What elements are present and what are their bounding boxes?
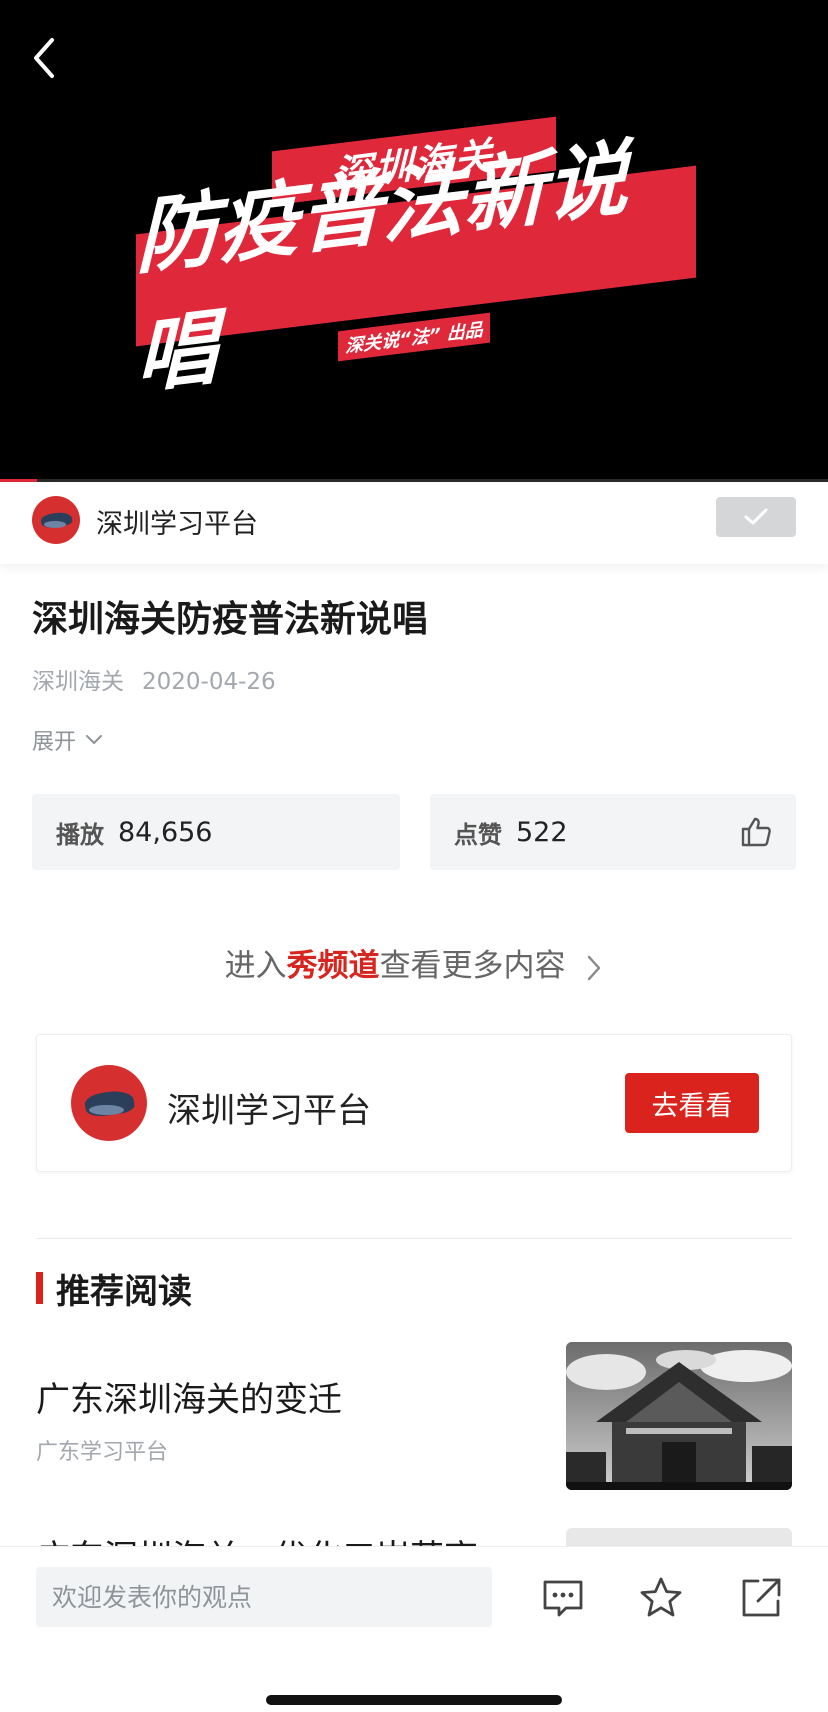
recommended-accent-bar xyxy=(36,1272,43,1304)
channel-card-avatar[interactable] xyxy=(71,1065,147,1141)
thumbs-up-icon xyxy=(741,817,771,847)
article-meta: 深圳海关 2020-04-26 xyxy=(32,662,276,696)
like-button[interactable] xyxy=(738,814,774,850)
expand-toggle[interactable]: 展开 xyxy=(32,724,104,756)
recommended-item-thumbnail xyxy=(566,1342,792,1490)
go-see-button[interactable]: 去看看 xyxy=(625,1073,759,1133)
play-count-box: 播放 84,656 xyxy=(32,794,400,870)
enter-channel-highlight: 秀频道 xyxy=(286,948,380,984)
share-icon xyxy=(742,1578,781,1617)
comment-input[interactable] xyxy=(36,1567,492,1627)
chevron-right-icon xyxy=(588,955,601,980)
like-count: 522 xyxy=(516,816,568,848)
play-count: 84,656 xyxy=(118,816,213,848)
like-count-box[interactable]: 点赞 522 xyxy=(430,794,796,870)
play-label: 播放 xyxy=(56,819,104,849)
channel-avatar[interactable] xyxy=(32,496,80,544)
recommended-heading: 推荐阅读 xyxy=(56,1272,192,1312)
share-button[interactable] xyxy=(738,1575,784,1621)
recommended-item-title: 广东深圳海关的变迁 xyxy=(36,1380,342,1420)
channel-card-name[interactable]: 深圳学习平台 xyxy=(167,1083,371,1132)
video-banner: 深圳海关 防疫普法新说唱 深关说“法” 出品 xyxy=(0,0,828,482)
expand-label: 展开 xyxy=(32,730,77,755)
bottom-comment-bar xyxy=(0,1546,828,1712)
recommended-item[interactable]: 广东深圳海关：优化口岸营商 xyxy=(36,1528,792,1548)
recommended-item-source: 广东学习平台 xyxy=(36,1440,169,1465)
home-indicator[interactable] xyxy=(266,1695,562,1705)
comment-icon xyxy=(543,1580,583,1617)
enter-channel-suffix: 查看更多内容 xyxy=(379,948,566,984)
check-icon xyxy=(744,508,768,525)
enter-channel-prefix: 进入 xyxy=(224,948,287,984)
comment-button[interactable] xyxy=(540,1575,586,1621)
channel-strip: 深圳学习平台 xyxy=(0,482,828,564)
channel-name[interactable]: 深圳学习平台 xyxy=(96,502,258,541)
article-date: 2020-04-26 xyxy=(142,669,276,695)
recommended-item-thumbnail xyxy=(566,1528,792,1548)
video-player[interactable]: 深圳海关 防疫普法新说唱 深关说“法” 出品 xyxy=(0,0,828,482)
banner-main-label: 防疫普法新说唱 xyxy=(136,131,696,405)
favorite-button[interactable] xyxy=(638,1575,684,1621)
chevron-down-icon xyxy=(86,735,103,744)
enter-channel-link[interactable]: 进入秀频道查看更多内容 xyxy=(0,940,828,985)
follow-button[interactable] xyxy=(716,497,796,537)
recommended-item[interactable]: 广东深圳海关的变迁 广东学习平台 xyxy=(36,1340,792,1490)
section-divider xyxy=(36,1238,792,1239)
article-title: 深圳海关防疫普法新说唱 xyxy=(32,598,429,640)
like-label: 点赞 xyxy=(454,819,502,849)
article-source: 深圳海关 xyxy=(32,669,124,695)
channel-card: 深圳学习平台 去看看 xyxy=(36,1034,792,1172)
star-icon xyxy=(640,1577,682,1617)
